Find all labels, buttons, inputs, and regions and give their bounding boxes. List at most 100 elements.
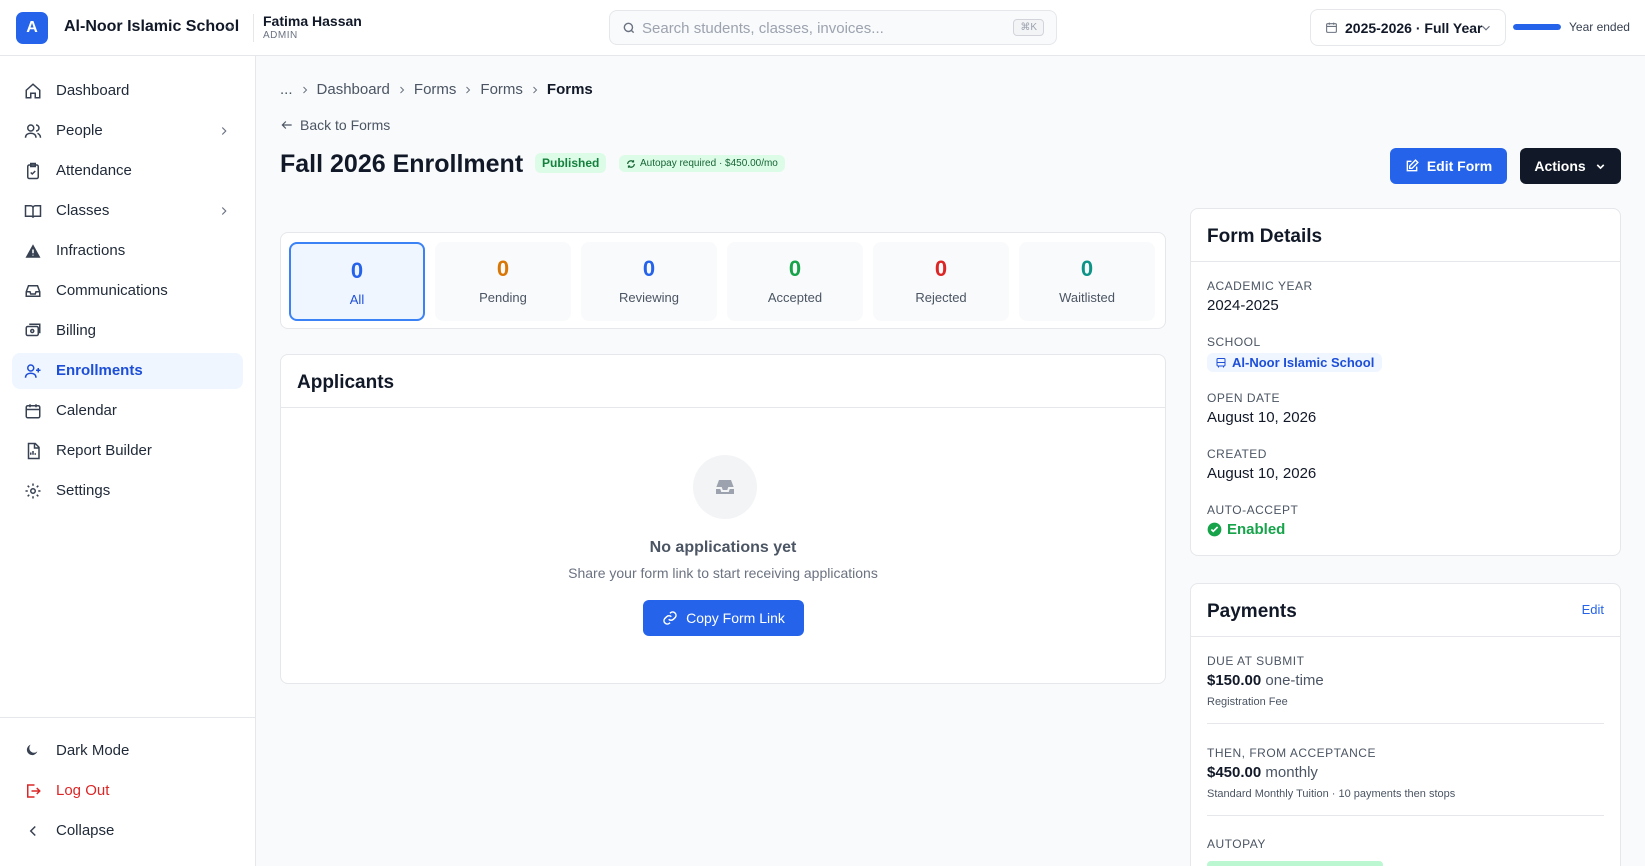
edit-icon bbox=[1406, 159, 1419, 172]
sidebar-item-calendar[interactable]: Calendar bbox=[12, 393, 243, 429]
copy-form-link-button[interactable]: Copy Form Link bbox=[643, 600, 804, 636]
tab-label: Reviewing bbox=[619, 290, 679, 305]
academic-year-value: 2024-2025 bbox=[1207, 297, 1279, 314]
sidebar-item-dashboard[interactable]: Dashboard bbox=[12, 73, 243, 109]
breadcrumb-ellipsis[interactable]: ... bbox=[280, 81, 293, 98]
sidebar: Dashboard People Attendance Classes Infr… bbox=[0, 56, 256, 866]
tab-label: Rejected bbox=[915, 290, 967, 305]
logout-button[interactable]: Log Out bbox=[12, 773, 243, 809]
tab-count: 0 bbox=[788, 256, 802, 281]
empty-state-title: No applications yet bbox=[649, 539, 797, 556]
breadcrumb-forms[interactable]: Forms bbox=[414, 81, 457, 98]
tab-accepted[interactable]: 0 Accepted bbox=[727, 242, 863, 321]
calendar-icon bbox=[25, 404, 41, 419]
edit-form-button[interactable]: Edit Form bbox=[1390, 148, 1507, 184]
user-plus-icon bbox=[24, 364, 41, 378]
breadcrumb: ... Dashboard Forms Forms Forms bbox=[280, 81, 593, 98]
collapse-button[interactable]: Collapse bbox=[12, 813, 243, 849]
sidebar-item-attendance[interactable]: Attendance bbox=[12, 153, 243, 189]
applicants-title: Applicants bbox=[297, 372, 395, 393]
search-placeholder: Search students, classes, invoices... bbox=[642, 20, 884, 37]
clipboard-check-icon bbox=[27, 162, 39, 180]
due-at-submit-label: DUE AT SUBMIT bbox=[1207, 654, 1305, 668]
user-role: ADMIN bbox=[263, 30, 298, 41]
form-details-card: Form Details ACADEMIC YEAR 2024-2025 SCH… bbox=[1190, 208, 1621, 556]
actions-button[interactable]: Actions bbox=[1520, 148, 1621, 184]
school-switcher[interactable]: Al-Noor Islamic School bbox=[64, 18, 239, 36]
tab-count: 0 bbox=[1080, 256, 1094, 281]
auto-accept-text: Enabled bbox=[1227, 521, 1286, 538]
year-progress-bar bbox=[1513, 24, 1561, 30]
edit-payments-link[interactable]: Edit bbox=[1582, 602, 1604, 617]
inbox-icon bbox=[25, 285, 41, 297]
tab-all[interactable]: 0 All bbox=[289, 242, 425, 321]
row-divider bbox=[1207, 723, 1604, 724]
academic-year-label: ACADEMIC YEAR bbox=[1207, 279, 1313, 293]
card-divider bbox=[281, 407, 1165, 408]
school-chip[interactable]: Al-Noor Islamic School bbox=[1207, 353, 1383, 372]
sidebar-item-communications[interactable]: Communications bbox=[12, 273, 243, 309]
breadcrumb-dashboard[interactable]: Dashboard bbox=[317, 81, 390, 98]
inbox-icon bbox=[716, 480, 734, 494]
from-acceptance-amount: $450.00 monthly bbox=[1207, 764, 1318, 781]
tab-reviewing[interactable]: 0 Reviewing bbox=[581, 242, 717, 321]
sidebar-item-label: Calendar bbox=[56, 402, 117, 419]
sidebar-item-people[interactable]: People bbox=[12, 113, 243, 149]
sidebar-item-label: Dashboard bbox=[56, 82, 130, 99]
chevron-down-icon[interactable] bbox=[223, 21, 237, 35]
refresh-icon bbox=[627, 159, 635, 168]
school-logo[interactable]: A bbox=[16, 12, 48, 44]
due-type: one-time bbox=[1265, 672, 1324, 689]
open-date-label: OPEN DATE bbox=[1207, 391, 1280, 405]
home-icon bbox=[25, 83, 41, 99]
sidebar-item-enrollments[interactable]: Enrollments bbox=[12, 353, 243, 389]
header-divider bbox=[253, 14, 254, 42]
back-link-label: Back to Forms bbox=[300, 117, 391, 133]
tab-rejected[interactable]: 0 Rejected bbox=[873, 242, 1009, 321]
then-description: Standard Monthly Tuition · 10 payments t… bbox=[1207, 788, 1456, 800]
sidebar-item-label: Settings bbox=[56, 482, 111, 499]
sidebar-item-infractions[interactable]: Infractions bbox=[12, 233, 243, 269]
dark-mode-toggle[interactable]: Dark Mode bbox=[12, 733, 243, 769]
tab-count: 0 bbox=[496, 256, 510, 281]
search-input[interactable]: Search students, classes, invoices... ⌘K bbox=[609, 10, 1057, 45]
school-label: SCHOOL bbox=[1207, 335, 1261, 349]
top-bar: A Al-Noor Islamic School Fatima Hassan A… bbox=[0, 0, 1645, 56]
sidebar-item-settings[interactable]: Settings bbox=[12, 473, 243, 509]
year-selector[interactable]: 2025-2026 · Full Year bbox=[1310, 9, 1506, 46]
sidebar-item-classes[interactable]: Classes bbox=[12, 193, 243, 229]
check-circle-icon bbox=[1207, 522, 1222, 537]
tab-label: All bbox=[349, 292, 365, 307]
chevron-right-icon bbox=[400, 86, 405, 93]
sidebar-item-billing[interactable]: Billing bbox=[12, 313, 243, 349]
year-selector-label: 2025-2026 · Full Year bbox=[1345, 20, 1483, 36]
back-to-forms-link[interactable]: Back to Forms bbox=[280, 117, 390, 133]
autopay-badge: Autopay required · $450.00/mo bbox=[619, 155, 785, 172]
calendar-icon bbox=[1326, 22, 1337, 33]
page-title: Fall 2026 Enrollment bbox=[280, 150, 524, 178]
search-icon bbox=[623, 22, 635, 34]
actions-label: Actions bbox=[1534, 158, 1586, 174]
payments-card: Payments Edit DUE AT SUBMIT $150.00 one-… bbox=[1190, 583, 1621, 866]
form-details-title: Form Details bbox=[1207, 226, 1323, 247]
chevron-down-icon bbox=[1596, 163, 1604, 169]
tab-pending[interactable]: 0 Pending bbox=[435, 242, 571, 321]
breadcrumb-forms[interactable]: Forms bbox=[480, 81, 523, 98]
sidebar-item-report-builder[interactable]: Report Builder bbox=[12, 433, 243, 469]
search-shortcut: ⌘K bbox=[1013, 19, 1044, 36]
year-progress-fill bbox=[1513, 24, 1561, 30]
tab-count: 0 bbox=[642, 256, 656, 281]
main-content: ... Dashboard Forms Forms Forms Back to … bbox=[256, 56, 1645, 866]
breadcrumb-current: Forms bbox=[546, 81, 593, 98]
tab-waitlisted[interactable]: 0 Waitlisted bbox=[1019, 242, 1155, 321]
due-description: Registration Fee bbox=[1207, 696, 1288, 708]
then-amount: $450.00 bbox=[1207, 764, 1262, 781]
bus-icon bbox=[1216, 357, 1226, 367]
arrow-left-icon bbox=[281, 121, 292, 129]
then-type: monthly bbox=[1265, 764, 1318, 781]
chevron-right-icon bbox=[221, 127, 227, 135]
chevron-right-icon bbox=[302, 86, 307, 93]
due-at-submit-amount: $150.00 one-time bbox=[1207, 672, 1324, 689]
sidebar-item-label: Classes bbox=[56, 202, 110, 219]
sidebar-item-label: People bbox=[56, 122, 103, 139]
